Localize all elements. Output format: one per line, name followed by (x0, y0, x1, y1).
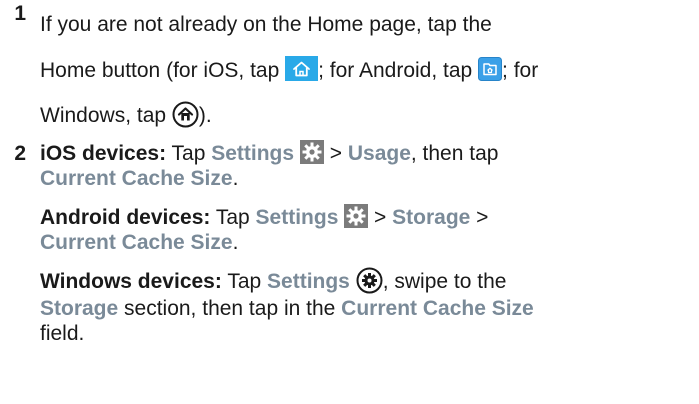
step-1-line-3: Windows, tap ). (40, 93, 693, 139)
step-1-line-1: If you are not already on the Home page,… (40, 2, 693, 48)
windows-instructions: Windows devices: Tap Settings , swipe to… (40, 267, 693, 346)
storage-label: Storage (40, 297, 119, 321)
settings-label: Settings (255, 205, 339, 229)
windows-devices-term: Windows devices: (40, 270, 222, 294)
text: ). (198, 104, 212, 127)
windows-home-icon (172, 101, 199, 128)
text: , swipe to the (382, 270, 507, 294)
text: If you are not already on the Home page,… (40, 13, 492, 36)
current-cache-size-label: Current Cache Size (341, 297, 534, 321)
text: field. (40, 322, 85, 346)
step-number: 1 (14, 2, 26, 25)
current-cache-size-label: Current Cache Size (40, 231, 233, 255)
text: > (470, 205, 489, 229)
gear-icon (299, 139, 324, 164)
step-number: 2 (14, 141, 26, 165)
text: Windows, tap (40, 104, 172, 127)
step-body: If you are not already on the Home page,… (40, 2, 693, 139)
text: > (368, 205, 393, 229)
text: section, then tap in the (118, 297, 342, 321)
step-body: iOS devices: Tap Settings > Usage, then … (40, 139, 693, 361)
text: , then tap (410, 141, 499, 165)
ios-devices-term: iOS devices: (40, 141, 167, 165)
text: Home button (for iOS, tap (40, 58, 286, 82)
settings-label: Settings (211, 141, 295, 165)
settings-label: Settings (267, 270, 350, 294)
text: Tap (166, 141, 212, 165)
android-home-icon (478, 56, 503, 81)
usage-label: Usage (347, 141, 411, 165)
text: ; for Android, tap (318, 58, 479, 82)
ios-instructions: iOS devices: Tap Settings > Usage, then … (40, 139, 693, 191)
step-1: 1 If you are not already on the Home pag… (0, 2, 693, 139)
home-icon (285, 56, 319, 82)
step-2: 2 iOS devices: Tap Settings > Usage, the… (0, 139, 693, 361)
text: > (323, 141, 348, 165)
current-cache-size-label: Current Cache Size (40, 166, 233, 190)
instructions-page: 1 If you are not already on the Home pag… (0, 0, 699, 404)
android-instructions: Android devices: Tap Settings > Storage … (40, 204, 693, 255)
windows-settings-icon (356, 267, 383, 294)
text: Tap (221, 270, 268, 294)
text: . (232, 166, 239, 190)
android-devices-term: Android devices: (40, 205, 211, 229)
gear-icon (344, 204, 369, 229)
text: Tap (210, 205, 256, 229)
storage-label: Storage (392, 205, 471, 229)
step-1-line-2: Home button (for iOS, tap ; for Android,… (40, 48, 693, 94)
text: . (232, 231, 239, 255)
text: ; for (502, 58, 539, 82)
